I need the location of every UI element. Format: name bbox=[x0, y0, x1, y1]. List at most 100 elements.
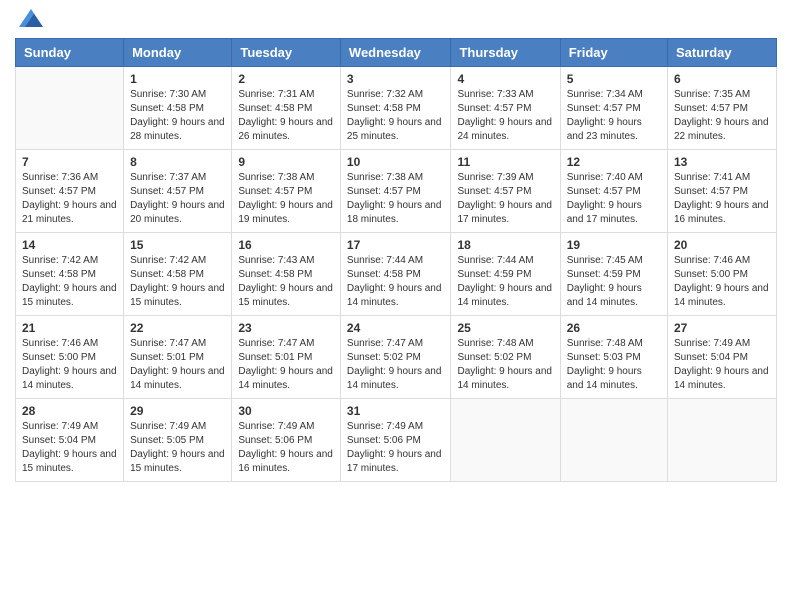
logo-icon bbox=[19, 6, 43, 30]
day-info: Sunrise: 7:33 AMSunset: 4:57 PMDaylight:… bbox=[457, 88, 553, 144]
day-info: Sunrise: 7:49 AMSunset: 5:04 PMDaylight:… bbox=[674, 337, 770, 393]
day-number: 9 bbox=[238, 155, 334, 169]
day-number: 20 bbox=[674, 238, 770, 252]
calendar-day-cell: 9Sunrise: 7:38 AMSunset: 4:57 PMDaylight… bbox=[232, 150, 341, 233]
day-number: 27 bbox=[674, 321, 770, 335]
calendar-header-monday: Monday bbox=[124, 39, 232, 67]
calendar: SundayMondayTuesdayWednesdayThursdayFrid… bbox=[15, 38, 777, 482]
calendar-day-cell: 31 Sunrise: 7:49 AMSunset: 5:06 PMDayligh… bbox=[340, 399, 451, 482]
calendar-day-cell: 2Sunrise: 7:31 AMSunset: 4:58 PMDaylight… bbox=[232, 67, 341, 150]
calendar-day-cell: 28Sunrise: 7:49 AMSunset: 5:04 PMDayligh… bbox=[16, 399, 124, 482]
day-info: Sunrise: 7:40 AMSunset: 4:57 PMDaylight:… bbox=[567, 171, 661, 227]
day-info: Sunrise: 7:47 AMSunset: 5:01 PMDaylight:… bbox=[130, 337, 225, 393]
calendar-header-wednesday: Wednesday bbox=[340, 39, 451, 67]
day-number: 31 bbox=[347, 404, 445, 418]
day-number: 4 bbox=[457, 72, 553, 86]
calendar-day-cell: 4 Sunrise: 7:33 AMSunset: 4:57 PMDaylight… bbox=[451, 67, 560, 150]
day-number: 23 bbox=[238, 321, 334, 335]
day-info: Sunrise: 7:39 AMSunset: 4:57 PMDaylight:… bbox=[457, 171, 553, 227]
day-number: 14 bbox=[22, 238, 117, 252]
calendar-day-cell: 16 Sunrise: 7:43 AMSunset: 4:58 PMDayligh… bbox=[232, 233, 341, 316]
calendar-day-cell: 13 Sunrise: 7:41 AMSunset: 4:57 PMDayligh… bbox=[668, 150, 777, 233]
day-number: 16 bbox=[238, 238, 334, 252]
day-number: 21 bbox=[22, 321, 117, 335]
day-info: Sunrise: 7:48 AMSunset: 5:03 PMDaylight:… bbox=[567, 337, 661, 393]
calendar-day-cell: 12 Sunrise: 7:40 AMSunset: 4:57 PMDayligh… bbox=[560, 150, 667, 233]
day-number: 19 bbox=[567, 238, 661, 252]
day-info: Sunrise: 7:44 AMSunset: 4:59 PMDaylight:… bbox=[457, 254, 553, 310]
calendar-day-cell: 26 Sunrise: 7:48 AMSunset: 5:03 PMDayligh… bbox=[560, 316, 667, 399]
calendar-day-cell: 27 Sunrise: 7:49 AMSunset: 5:04 PMDayligh… bbox=[668, 316, 777, 399]
day-info: Sunrise: 7:49 AMSunset: 5:06 PMDaylight:… bbox=[347, 420, 445, 476]
day-info: Sunrise: 7:35 AMSunset: 4:57 PMDaylight:… bbox=[674, 88, 770, 144]
day-number: 24 bbox=[347, 321, 445, 335]
calendar-day-cell: 23 Sunrise: 7:47 AMSunset: 5:01 PMDayligh… bbox=[232, 316, 341, 399]
calendar-week-row: 21 Sunrise: 7:46 AMSunset: 5:00 PMDayligh… bbox=[16, 316, 777, 399]
calendar-week-row: 1 Sunrise: 7:30 AMSunset: 4:58 PMDaylight… bbox=[16, 67, 777, 150]
day-info: Sunrise: 7:49 AMSunset: 5:04 PMDaylight:… bbox=[22, 420, 117, 476]
day-number: 15 bbox=[130, 238, 225, 252]
calendar-day-cell: 6Sunrise: 7:35 AMSunset: 4:57 PMDaylight… bbox=[668, 67, 777, 150]
calendar-day-cell: 15Sunrise: 7:42 AMSunset: 4:58 PMDayligh… bbox=[124, 233, 232, 316]
day-number: 2 bbox=[238, 72, 334, 86]
day-number: 26 bbox=[567, 321, 661, 335]
day-number: 12 bbox=[567, 155, 661, 169]
day-info: Sunrise: 7:49 AMSunset: 5:05 PMDaylight:… bbox=[130, 420, 225, 476]
day-number: 30 bbox=[238, 404, 334, 418]
day-number: 25 bbox=[457, 321, 553, 335]
calendar-week-row: 7Sunrise: 7:36 AMSunset: 4:57 PMDaylight… bbox=[16, 150, 777, 233]
day-info: Sunrise: 7:44 AMSunset: 4:58 PMDaylight:… bbox=[347, 254, 445, 310]
calendar-header-sunday: Sunday bbox=[16, 39, 124, 67]
day-info: Sunrise: 7:43 AMSunset: 4:58 PMDaylight:… bbox=[238, 254, 334, 310]
day-number: 29 bbox=[130, 404, 225, 418]
calendar-day-cell: 8Sunrise: 7:37 AMSunset: 4:57 PMDaylight… bbox=[124, 150, 232, 233]
calendar-day-cell: 25Sunrise: 7:48 AMSunset: 5:02 PMDayligh… bbox=[451, 316, 560, 399]
calendar-header-tuesday: Tuesday bbox=[232, 39, 341, 67]
calendar-day-cell bbox=[668, 399, 777, 482]
calendar-header-friday: Friday bbox=[560, 39, 667, 67]
day-number: 5 bbox=[567, 72, 661, 86]
day-number: 13 bbox=[674, 155, 770, 169]
calendar-day-cell: 24 Sunrise: 7:47 AMSunset: 5:02 PMDayligh… bbox=[340, 316, 451, 399]
calendar-header-row: SundayMondayTuesdayWednesdayThursdayFrid… bbox=[16, 39, 777, 67]
calendar-day-cell: 21 Sunrise: 7:46 AMSunset: 5:00 PMDayligh… bbox=[16, 316, 124, 399]
calendar-day-cell: 18 Sunrise: 7:44 AMSunset: 4:59 PMDayligh… bbox=[451, 233, 560, 316]
day-info: Sunrise: 7:41 AMSunset: 4:57 PMDaylight:… bbox=[674, 171, 770, 227]
day-info: Sunrise: 7:32 AMSunset: 4:58 PMDaylight:… bbox=[347, 88, 445, 144]
day-info: Sunrise: 7:30 AMSunset: 4:58 PMDaylight:… bbox=[130, 88, 225, 144]
day-number: 18 bbox=[457, 238, 553, 252]
day-number: 3 bbox=[347, 72, 445, 86]
day-info: Sunrise: 7:45 AMSunset: 4:59 PMDaylight:… bbox=[567, 254, 661, 310]
calendar-day-cell bbox=[16, 67, 124, 150]
calendar-day-cell: 20 Sunrise: 7:46 AMSunset: 5:00 PMDayligh… bbox=[668, 233, 777, 316]
page-header bbox=[15, 10, 777, 30]
calendar-day-cell bbox=[560, 399, 667, 482]
calendar-day-cell: 30 Sunrise: 7:49 AMSunset: 5:06 PMDayligh… bbox=[232, 399, 341, 482]
day-info: Sunrise: 7:42 AMSunset: 4:58 PMDaylight:… bbox=[22, 254, 117, 310]
day-number: 17 bbox=[347, 238, 445, 252]
day-number: 10 bbox=[347, 155, 445, 169]
logo bbox=[15, 16, 43, 30]
calendar-day-cell: 17 Sunrise: 7:44 AMSunset: 4:58 PMDayligh… bbox=[340, 233, 451, 316]
day-info: Sunrise: 7:47 AMSunset: 5:02 PMDaylight:… bbox=[347, 337, 445, 393]
calendar-day-cell: 7Sunrise: 7:36 AMSunset: 4:57 PMDaylight… bbox=[16, 150, 124, 233]
day-info: Sunrise: 7:36 AMSunset: 4:57 PMDaylight:… bbox=[22, 171, 117, 227]
day-info: Sunrise: 7:49 AMSunset: 5:06 PMDaylight:… bbox=[238, 420, 334, 476]
calendar-header-saturday: Saturday bbox=[668, 39, 777, 67]
day-info: Sunrise: 7:38 AMSunset: 4:57 PMDaylight:… bbox=[347, 171, 445, 227]
day-info: Sunrise: 7:47 AMSunset: 5:01 PMDaylight:… bbox=[238, 337, 334, 393]
calendar-week-row: 14 Sunrise: 7:42 AMSunset: 4:58 PMDayligh… bbox=[16, 233, 777, 316]
calendar-day-cell bbox=[451, 399, 560, 482]
day-info: Sunrise: 7:46 AMSunset: 5:00 PMDaylight:… bbox=[22, 337, 117, 393]
calendar-day-cell: 10 Sunrise: 7:38 AMSunset: 4:57 PMDayligh… bbox=[340, 150, 451, 233]
calendar-day-cell: 5Sunrise: 7:34 AMSunset: 4:57 PMDaylight… bbox=[560, 67, 667, 150]
day-number: 1 bbox=[130, 72, 225, 86]
calendar-day-cell: 29 Sunrise: 7:49 AMSunset: 5:05 PMDayligh… bbox=[124, 399, 232, 482]
calendar-day-cell: 19 Sunrise: 7:45 AMSunset: 4:59 PMDayligh… bbox=[560, 233, 667, 316]
day-info: Sunrise: 7:46 AMSunset: 5:00 PMDaylight:… bbox=[674, 254, 770, 310]
day-number: 8 bbox=[130, 155, 225, 169]
day-number: 22 bbox=[130, 321, 225, 335]
calendar-header-thursday: Thursday bbox=[451, 39, 560, 67]
calendar-day-cell: 3 Sunrise: 7:32 AMSunset: 4:58 PMDaylight… bbox=[340, 67, 451, 150]
calendar-day-cell: 22 Sunrise: 7:47 AMSunset: 5:01 PMDayligh… bbox=[124, 316, 232, 399]
